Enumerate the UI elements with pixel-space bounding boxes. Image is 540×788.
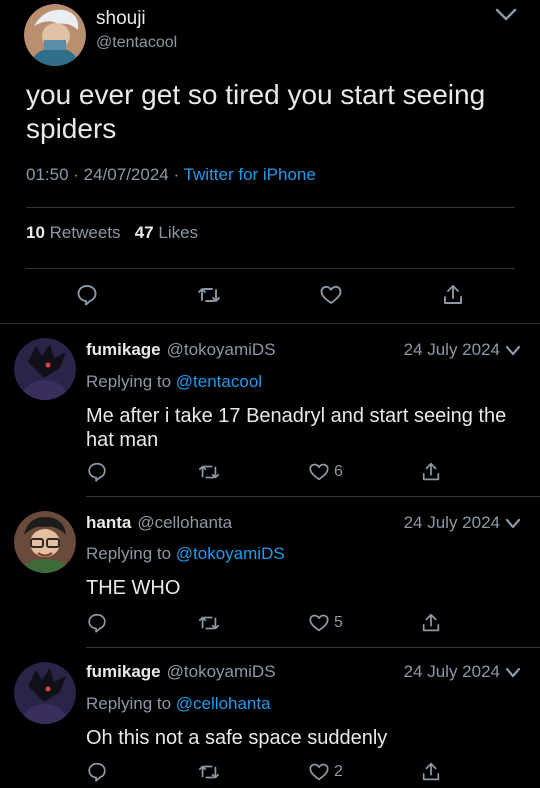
- author-avatar[interactable]: [24, 4, 86, 66]
- reply-icon[interactable]: [86, 610, 108, 636]
- chevron-down-icon[interactable]: [494, 6, 518, 24]
- share-icon[interactable]: [420, 459, 442, 485]
- reply-text: Oh this not a safe space suddenly: [86, 727, 388, 749]
- reply-header: hanta @cellohanta: [86, 513, 232, 533]
- reply-icon[interactable]: [75, 283, 99, 307]
- reply-header: fumikage @tokoyamiDS: [86, 662, 276, 682]
- replying-to-handle[interactable]: @cellohanta: [176, 694, 271, 713]
- meta-separator: ·: [68, 165, 84, 184]
- reply-date: 24 July 2024: [403, 513, 500, 532]
- reply-actions: 2: [86, 759, 446, 785]
- reply-author-handle[interactable]: @tokoyamiDS: [167, 662, 276, 681]
- replying-to-handle[interactable]: @tentacool: [176, 372, 262, 391]
- tweet-date: 24/07/2024: [83, 165, 169, 184]
- replying-to-label: Replying to: [86, 372, 172, 391]
- replying-to-label: Replying to: [86, 544, 172, 563]
- replying-to: Replying to @tentacool: [86, 372, 262, 392]
- like-button[interactable]: 6: [308, 459, 343, 485]
- reply-actions: 5: [86, 610, 446, 636]
- retweet-icon[interactable]: [197, 283, 221, 307]
- chevron-down-icon[interactable]: [505, 666, 521, 678]
- reply-tweet[interactable]: fumikage @tokoyamiDS 24 July 2024 Replyin…: [0, 324, 540, 496]
- divider: [26, 268, 515, 269]
- like-count: 5: [334, 614, 343, 631]
- replying-to-label: Replying to: [86, 694, 172, 713]
- reply-author-name[interactable]: fumikage: [86, 340, 161, 359]
- likes-stat[interactable]: 47 Likes: [135, 223, 198, 242]
- divider: [26, 207, 515, 208]
- reply-author-handle[interactable]: @cellohanta: [137, 513, 232, 532]
- likes-count: 47: [134, 223, 154, 242]
- retweets-stat[interactable]: 10 Retweets: [26, 223, 121, 242]
- reply-actions: 6: [86, 459, 446, 485]
- retweets-count: 10: [26, 223, 45, 242]
- retweet-icon[interactable]: [198, 610, 220, 636]
- reply-tweet[interactable]: fumikage @tokoyamiDS 24 July 2024 Replyin…: [0, 648, 540, 788]
- reply-avatar[interactable]: [14, 662, 76, 724]
- share-icon[interactable]: [441, 283, 465, 307]
- tweet-source-link[interactable]: Twitter for iPhone: [184, 165, 316, 184]
- reply-avatar[interactable]: [14, 511, 76, 573]
- chevron-down-icon[interactable]: [505, 517, 521, 529]
- reply-author-name[interactable]: hanta: [86, 513, 131, 532]
- tweet-text: you ever get so tired you start seeing s…: [26, 79, 486, 144]
- reply-date: 24 July 2024: [403, 340, 500, 359]
- reply-avatar[interactable]: [14, 338, 76, 400]
- reply-icon[interactable]: [86, 759, 108, 785]
- replying-to: Replying to @tokoyamiDS: [86, 544, 285, 564]
- like-icon[interactable]: [319, 283, 343, 307]
- reply-author-name[interactable]: fumikage: [86, 662, 161, 681]
- like-icon: [309, 614, 329, 632]
- share-icon[interactable]: [420, 610, 442, 636]
- meta-separator: ·: [168, 165, 184, 184]
- retweets-label: Retweets: [49, 223, 121, 242]
- retweet-icon[interactable]: [198, 459, 220, 485]
- like-count: 2: [334, 763, 343, 780]
- like-icon: [309, 463, 329, 481]
- reply-author-handle[interactable]: @tokoyamiDS: [167, 340, 276, 359]
- reply-tweet[interactable]: hanta @cellohanta 24 July 2024 Replying t…: [0, 497, 540, 647]
- like-icon: [309, 763, 329, 781]
- likes-label: Likes: [158, 223, 199, 242]
- author-handle[interactable]: @tentacool: [96, 34, 177, 52]
- author-name[interactable]: shouji: [96, 8, 146, 30]
- replying-to: Replying to @cellohanta: [86, 694, 271, 714]
- reply-header: fumikage @tokoyamiDS: [86, 340, 276, 360]
- tweet-time: 01:50: [26, 165, 69, 184]
- replying-to-handle[interactable]: @tokoyamiDS: [176, 544, 285, 563]
- tweet-meta: 01:50 · 24/07/2024 · Twitter for iPhone: [26, 165, 316, 185]
- share-icon[interactable]: [420, 759, 442, 785]
- like-button[interactable]: 2: [308, 759, 343, 785]
- like-button[interactable]: 5: [308, 610, 343, 636]
- reply-icon[interactable]: [86, 459, 108, 485]
- reply-text: THE WHO: [86, 577, 181, 599]
- chevron-down-icon[interactable]: [505, 344, 521, 356]
- reply-text: Me after i take 17 Benadryl and start se…: [86, 405, 507, 451]
- like-count: 6: [334, 463, 343, 480]
- tweet-stats: 10 Retweets 47 Likes: [26, 223, 198, 243]
- reply-date: 24 July 2024: [403, 662, 500, 681]
- retweet-icon[interactable]: [198, 759, 220, 785]
